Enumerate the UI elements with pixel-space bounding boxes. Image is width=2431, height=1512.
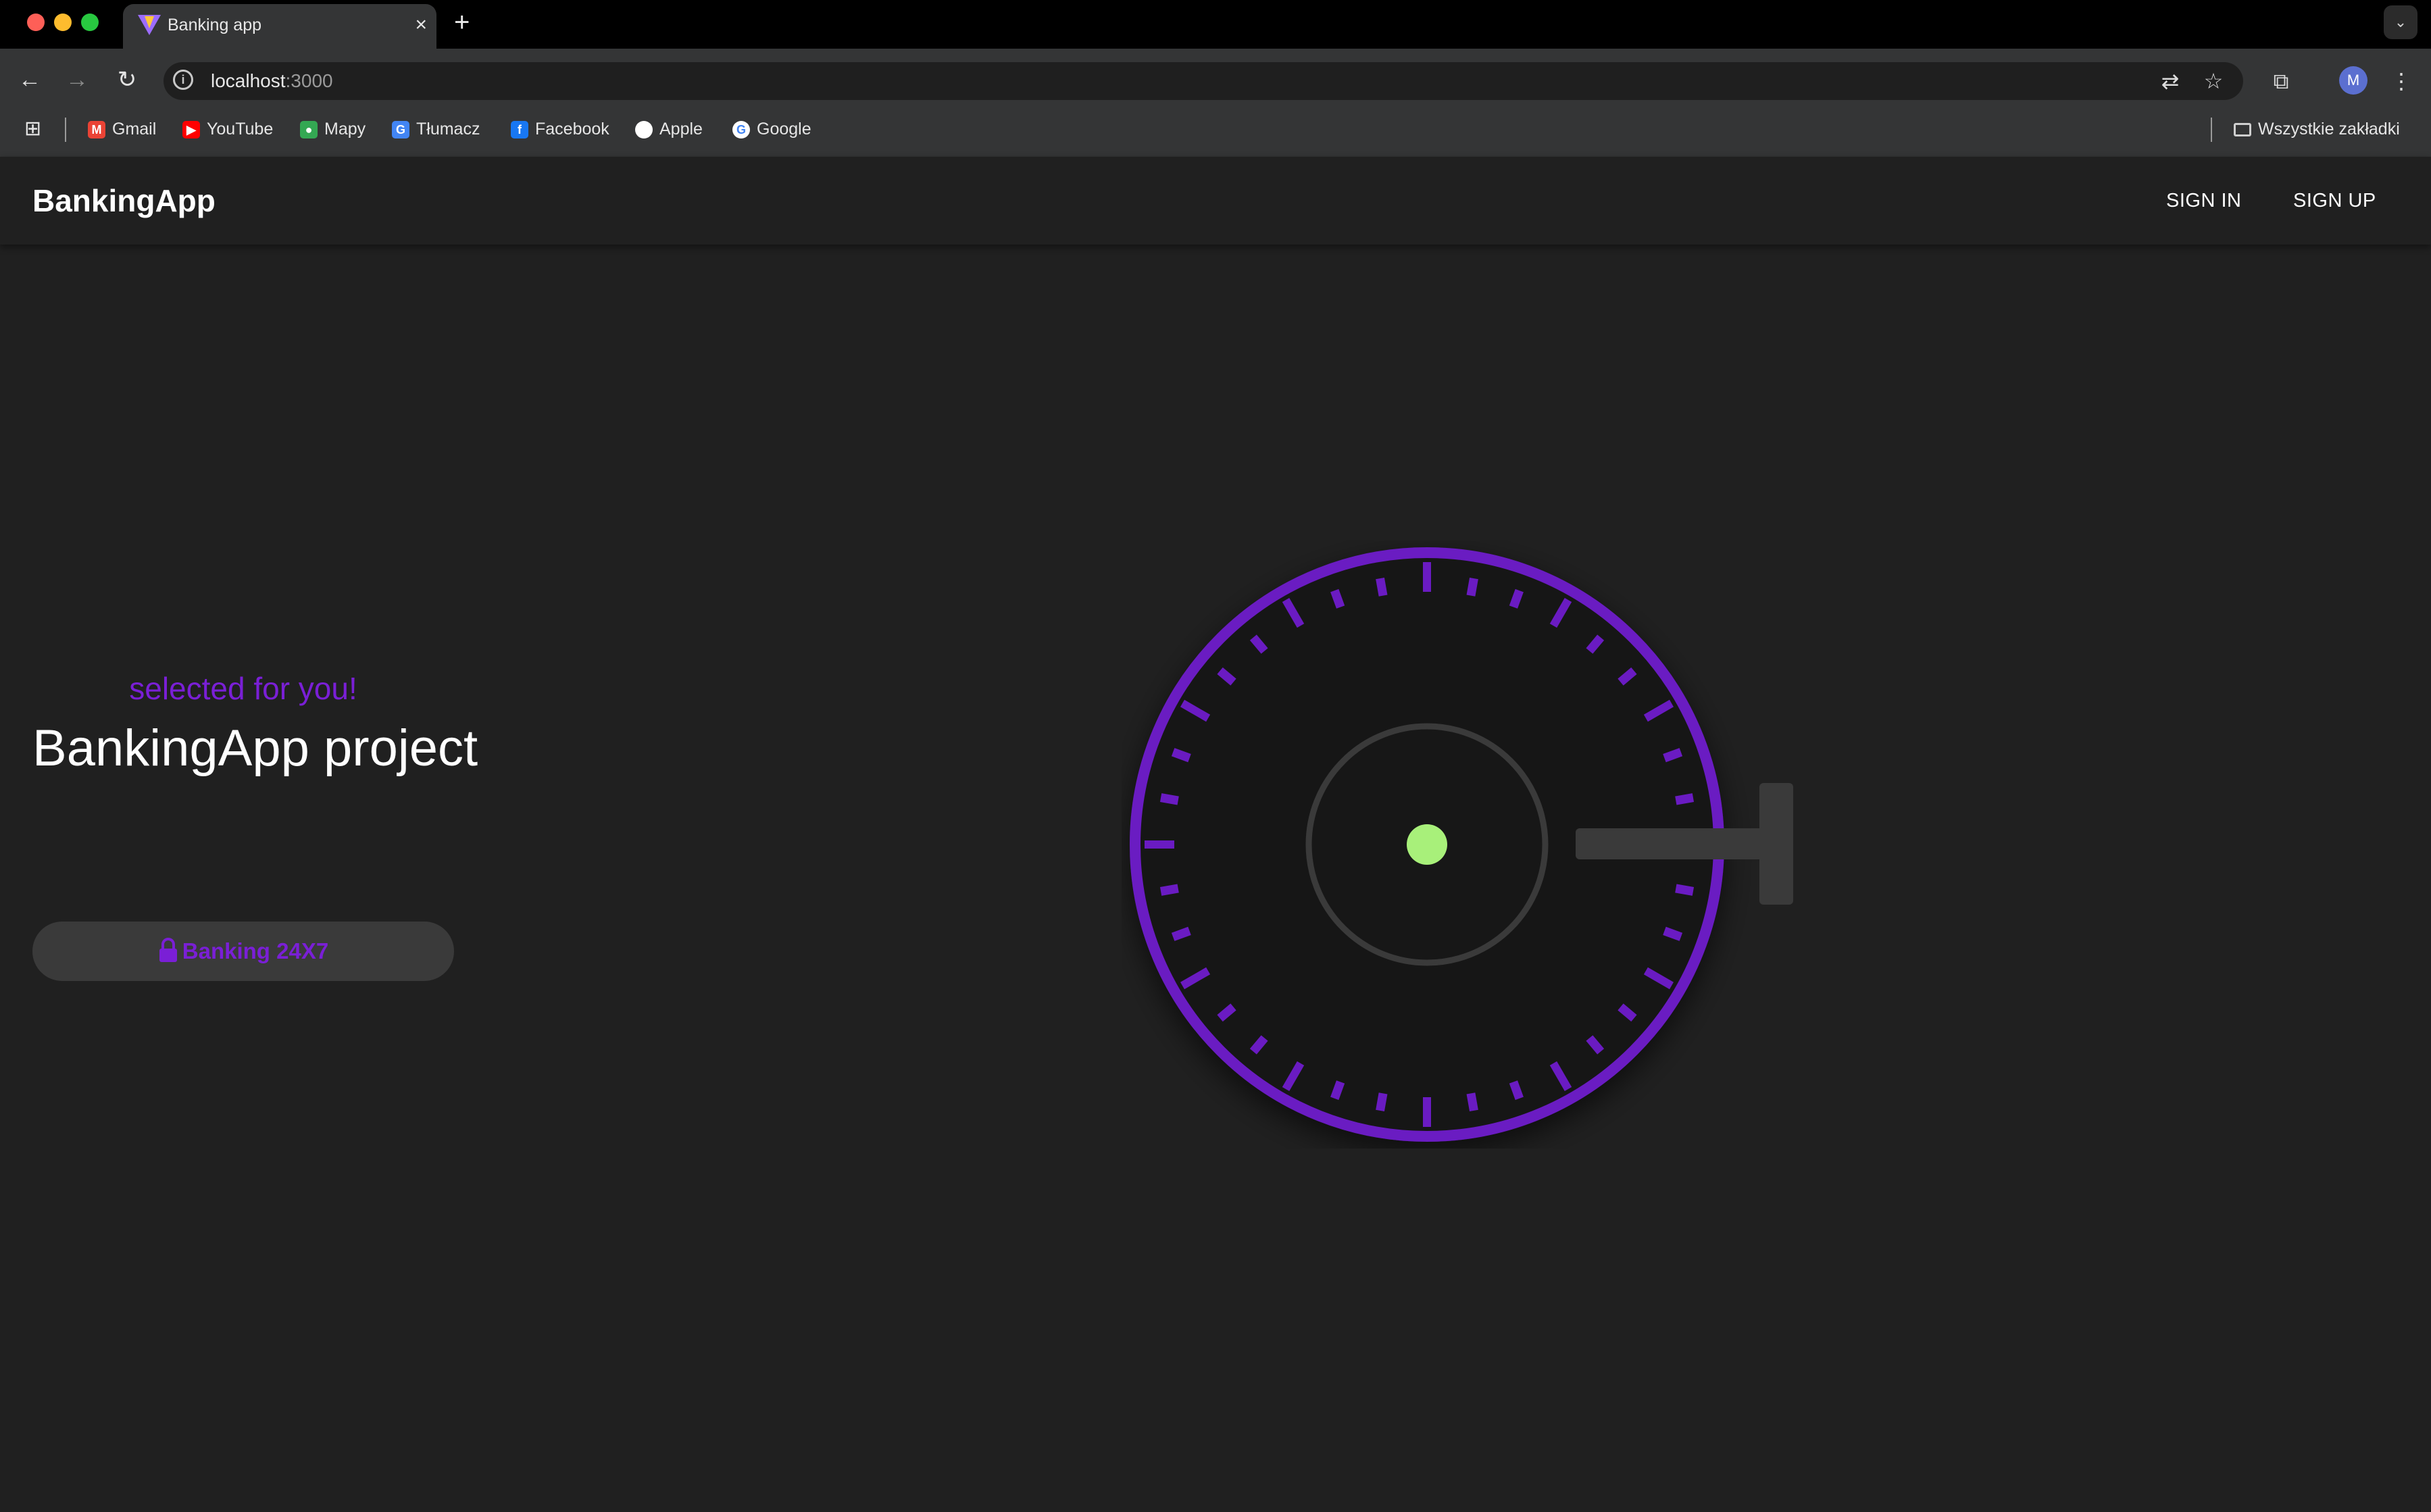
url-text: localhost:3000 xyxy=(211,62,333,100)
bookmark-label: Mapy xyxy=(324,120,366,138)
dial-tick xyxy=(1171,926,1191,941)
forward-button[interactable]: → xyxy=(58,61,96,99)
bookmark-facebook[interactable]: f Facebook xyxy=(511,111,609,147)
profile-avatar[interactable]: M xyxy=(2339,66,2367,95)
dial-tick xyxy=(1509,588,1524,609)
dial-tick xyxy=(1509,1080,1524,1101)
vault-handle-grip xyxy=(1759,783,1793,905)
menu-kebab-icon[interactable]: ⋮ xyxy=(2382,62,2420,100)
dial-tick xyxy=(1171,748,1191,763)
apps-grid-icon[interactable]: ⊞ xyxy=(24,111,41,147)
tab-strip: Banking app × + ⌄ xyxy=(0,0,2431,49)
maximize-window-button[interactable] xyxy=(81,14,99,31)
dial-tick xyxy=(1159,884,1179,896)
dial-tick xyxy=(1663,926,1683,941)
bookmark-apple[interactable]: Apple xyxy=(635,111,703,147)
browser-tab[interactable]: Banking app × xyxy=(123,4,436,49)
dial-tick xyxy=(1675,884,1695,896)
bookmark-label: Google xyxy=(757,120,811,138)
sign-in-link[interactable]: SIGN IN xyxy=(2166,157,2241,245)
hero-title: BankingApp project xyxy=(32,720,478,777)
dial-tick xyxy=(1675,793,1695,805)
cta-label: Banking 24X7 xyxy=(182,938,329,963)
dial-tick xyxy=(1376,1092,1388,1112)
youtube-icon: ▶ xyxy=(182,121,200,139)
facebook-icon: f xyxy=(511,121,528,139)
bookmarks-divider xyxy=(2211,118,2212,142)
all-bookmarks-folder[interactable]: Wszystkie zakładki xyxy=(2234,111,2400,147)
new-tab-button[interactable]: + xyxy=(454,0,470,45)
address-bar[interactable]: i localhost:3000 xyxy=(164,62,2243,100)
vault-dial-illustration xyxy=(1130,547,1793,1142)
gmail-icon: M xyxy=(88,121,105,139)
bookmark-label: Tłumacz xyxy=(416,120,480,138)
translate-icon[interactable]: ⇄ xyxy=(2151,62,2189,100)
dial-tick xyxy=(1330,1080,1345,1101)
dial-tick xyxy=(1159,793,1179,805)
bookmark-label: Gmail xyxy=(112,120,157,138)
bookmark-label: Facebook xyxy=(535,120,609,138)
hero-subtitle: selected for you! xyxy=(129,671,357,706)
bookmark-youtube[interactable]: ▶ YouTube xyxy=(182,111,273,147)
bookmark-label: YouTube xyxy=(207,120,274,138)
url-host: localhost xyxy=(211,70,286,91)
site-info-icon[interactable]: i xyxy=(173,70,193,90)
chevron-down-icon[interactable]: ⌄ xyxy=(2384,5,2417,39)
maps-icon: ● xyxy=(300,121,318,139)
dial-tick xyxy=(1466,577,1478,597)
bookmark-gmail[interactable]: M Gmail xyxy=(88,111,156,147)
vite-logo-icon xyxy=(138,15,161,35)
lock-icon xyxy=(159,938,177,963)
url-port: :3000 xyxy=(285,70,333,91)
status-light xyxy=(1407,824,1447,865)
app-header: BankingApp SIGN IN SIGN UP xyxy=(0,157,2431,245)
bookmark-google[interactable]: G Google xyxy=(732,111,811,147)
dial-tick xyxy=(1330,588,1345,609)
bookmarks-bar: ⊞ M Gmail ▶ YouTube ● Mapy G Tłumacz f Facebook Ap… xyxy=(0,111,2431,147)
bookmark-star-icon[interactable]: ☆ xyxy=(2195,62,2232,100)
translate-icon: G xyxy=(392,121,409,139)
google-icon: G xyxy=(732,121,750,139)
sign-up-link[interactable]: SIGN UP xyxy=(2293,157,2376,245)
apple-icon xyxy=(635,121,653,139)
folder-icon xyxy=(2234,123,2251,137)
dial-tick xyxy=(1466,1092,1478,1112)
extensions-icon[interactable]: ⧉ xyxy=(2262,62,2300,100)
dial-tick xyxy=(1663,748,1683,763)
bookmarks-divider xyxy=(65,118,66,142)
tab-title: Banking app xyxy=(168,16,262,34)
dial-tick xyxy=(1376,577,1388,597)
tab-close-icon[interactable]: × xyxy=(415,4,427,46)
back-button[interactable]: ← xyxy=(11,61,49,99)
reload-button[interactable]: ↻ xyxy=(108,61,146,99)
minimize-window-button[interactable] xyxy=(54,14,72,31)
all-bookmarks-label: Wszystkie zakładki xyxy=(2258,120,2400,138)
bookmark-mapy[interactable]: ● Mapy xyxy=(300,111,366,147)
bookmark-tłumacz[interactable]: G Tłumacz xyxy=(392,111,480,147)
brand-logo[interactable]: BankingApp xyxy=(32,157,216,245)
close-window-button[interactable] xyxy=(27,14,45,31)
browser-chrome: Banking app × + ⌄ ← → ↻ i localhost:3000… xyxy=(0,0,2431,157)
banking-24x7-button[interactable]: Banking 24X7 xyxy=(32,922,454,981)
bookmark-label: Apple xyxy=(659,120,703,138)
vault-handle-bar xyxy=(1576,828,1766,859)
